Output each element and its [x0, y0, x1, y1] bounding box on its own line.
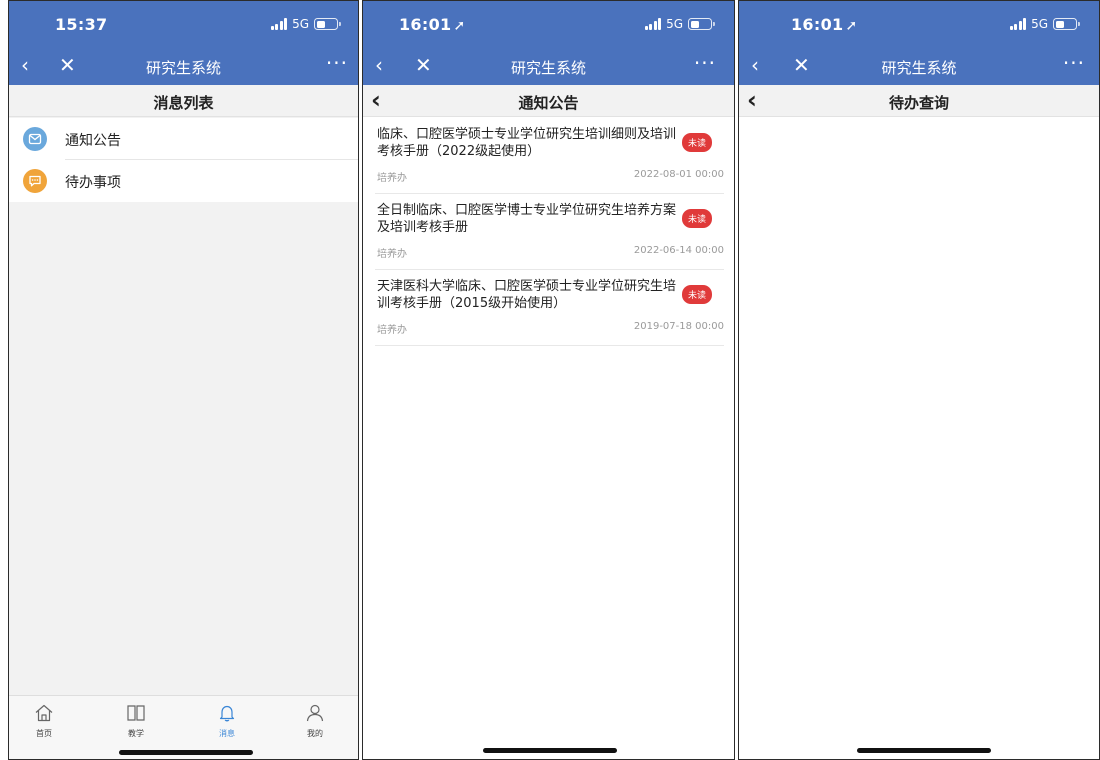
chat-icon	[23, 169, 47, 193]
notice-date: 2019-07-18 00:00	[633, 321, 724, 332]
message-category-list: 通知公告 待办事项	[9, 118, 358, 202]
tab-label: 教学	[128, 729, 144, 738]
signal-icon	[1009, 18, 1027, 30]
phone-screen-message-list: 15:37 5G ‹ ✕ 研究生系统 ··· 消息列表 通知公告 待办事项 首页…	[8, 0, 359, 760]
mail-icon	[23, 127, 47, 151]
notice-source: 培养办	[377, 249, 407, 260]
list-item-label: 待办事项	[65, 175, 121, 191]
unread-badge: 未读	[681, 133, 712, 152]
app-navbar: ‹ ✕ 研究生系统 ···	[363, 47, 734, 85]
more-button[interactable]: ···	[326, 53, 348, 73]
home-indicator[interactable]	[857, 748, 991, 753]
notice-date: 2022-06-14 00:00	[633, 245, 724, 256]
list-item-label: 通知公告	[65, 133, 121, 149]
location-arrow-icon: ➚	[453, 18, 466, 34]
notice-list: 临床、口腔医学硕士专业学位研究生培训细则及培训考核手册（2022级起使用） 未读…	[375, 118, 724, 346]
notice-title: 全日制临床、口腔医学博士专业学位研究生培养方案及培训考核手册	[377, 203, 677, 235]
status-time: 16:01 ➚	[399, 15, 466, 34]
notice-item[interactable]: 天津医科大学临床、口腔医学硕士专业学位研究生培训考核手册（2015级开始使用） …	[375, 270, 724, 346]
battery-icon	[314, 18, 341, 30]
bottom-tab-bar: 首页 教学 消息 我的	[9, 695, 358, 759]
notice-item[interactable]: 临床、口腔医学硕士专业学位研究生培训细则及培训考核手册（2022级起使用） 未读…	[375, 118, 724, 194]
battery-icon	[688, 18, 715, 30]
location-arrow-icon: ➚	[845, 18, 858, 34]
page-title: 消息列表	[153, 94, 214, 112]
phone-screen-notices: 16:01 ➚ 5G ‹ ✕ 研究生系统 ··· ‹ 通知公告 临床、口腔医学硕士…	[362, 0, 735, 760]
notice-source: 培养办	[377, 325, 407, 336]
unread-badge: 未读	[681, 209, 712, 228]
app-title: 研究生系统	[510, 59, 586, 77]
page-header: ‹ 待办查询	[739, 85, 1099, 117]
notice-source: 培养办	[377, 173, 407, 184]
network-label: 5G	[666, 17, 683, 31]
notice-date: 2022-08-01 00:00	[633, 169, 724, 180]
tab-home[interactable]: 首页	[14, 702, 74, 739]
network-label: 5G	[292, 17, 309, 31]
tab-messages[interactable]: 消息	[197, 702, 257, 739]
home-indicator[interactable]	[483, 748, 617, 753]
notice-title: 天津医科大学临床、口腔医学硕士专业学位研究生培训考核手册（2015级开始使用）	[377, 279, 677, 311]
book-icon	[127, 705, 145, 721]
list-item-todo[interactable]: 待办事项	[9, 160, 358, 202]
tab-label: 消息	[219, 729, 235, 738]
page-header: ‹ 通知公告	[363, 85, 734, 117]
notice-title: 临床、口腔医学硕士专业学位研究生培训细则及培训考核手册（2022级起使用）	[377, 127, 677, 159]
app-navbar: ‹ ✕ 研究生系统 ···	[9, 47, 358, 85]
status-bar: 15:37 5G	[9, 1, 358, 47]
more-button[interactable]: ···	[1063, 53, 1085, 73]
tab-profile[interactable]: 我的	[285, 702, 345, 739]
battery-icon	[1053, 18, 1080, 30]
tab-teaching[interactable]: 教学	[106, 702, 166, 739]
tab-label: 我的	[307, 729, 323, 738]
status-bar: 16:01 ➚ 5G	[363, 1, 734, 47]
list-item-notices[interactable]: 通知公告	[9, 118, 358, 160]
more-button[interactable]: ···	[694, 53, 716, 73]
page-title: 通知公告	[518, 94, 579, 112]
status-indicators: 5G	[270, 17, 341, 31]
status-time: 15:37	[55, 15, 108, 34]
status-indicators: 5G	[644, 17, 715, 31]
app-title: 研究生系统	[145, 59, 221, 77]
page-title: 待办查询	[888, 94, 949, 112]
network-label: 5G	[1031, 17, 1048, 31]
signal-icon	[644, 18, 662, 30]
phone-screen-todo-query: 16:01 ➚ 5G ‹ ✕ 研究生系统 ··· ‹ 待办查询	[738, 0, 1100, 760]
app-title: 研究生系统	[881, 59, 957, 77]
notice-item[interactable]: 全日制临床、口腔医学博士专业学位研究生培养方案及培训考核手册 未读 培养办 20…	[375, 194, 724, 270]
home-indicator[interactable]	[119, 750, 253, 755]
bell-icon	[219, 705, 235, 722]
unread-badge: 未读	[681, 285, 712, 304]
status-bar: 16:01 ➚ 5G	[739, 1, 1099, 47]
status-time: 16:01 ➚	[791, 15, 858, 34]
tab-label: 首页	[36, 729, 52, 738]
signal-icon	[270, 18, 288, 30]
page-header: 消息列表	[9, 85, 358, 117]
user-icon	[306, 704, 324, 722]
app-navbar: ‹ ✕ 研究生系统 ···	[739, 47, 1099, 85]
home-icon	[35, 704, 53, 722]
status-indicators: 5G	[1009, 17, 1080, 31]
